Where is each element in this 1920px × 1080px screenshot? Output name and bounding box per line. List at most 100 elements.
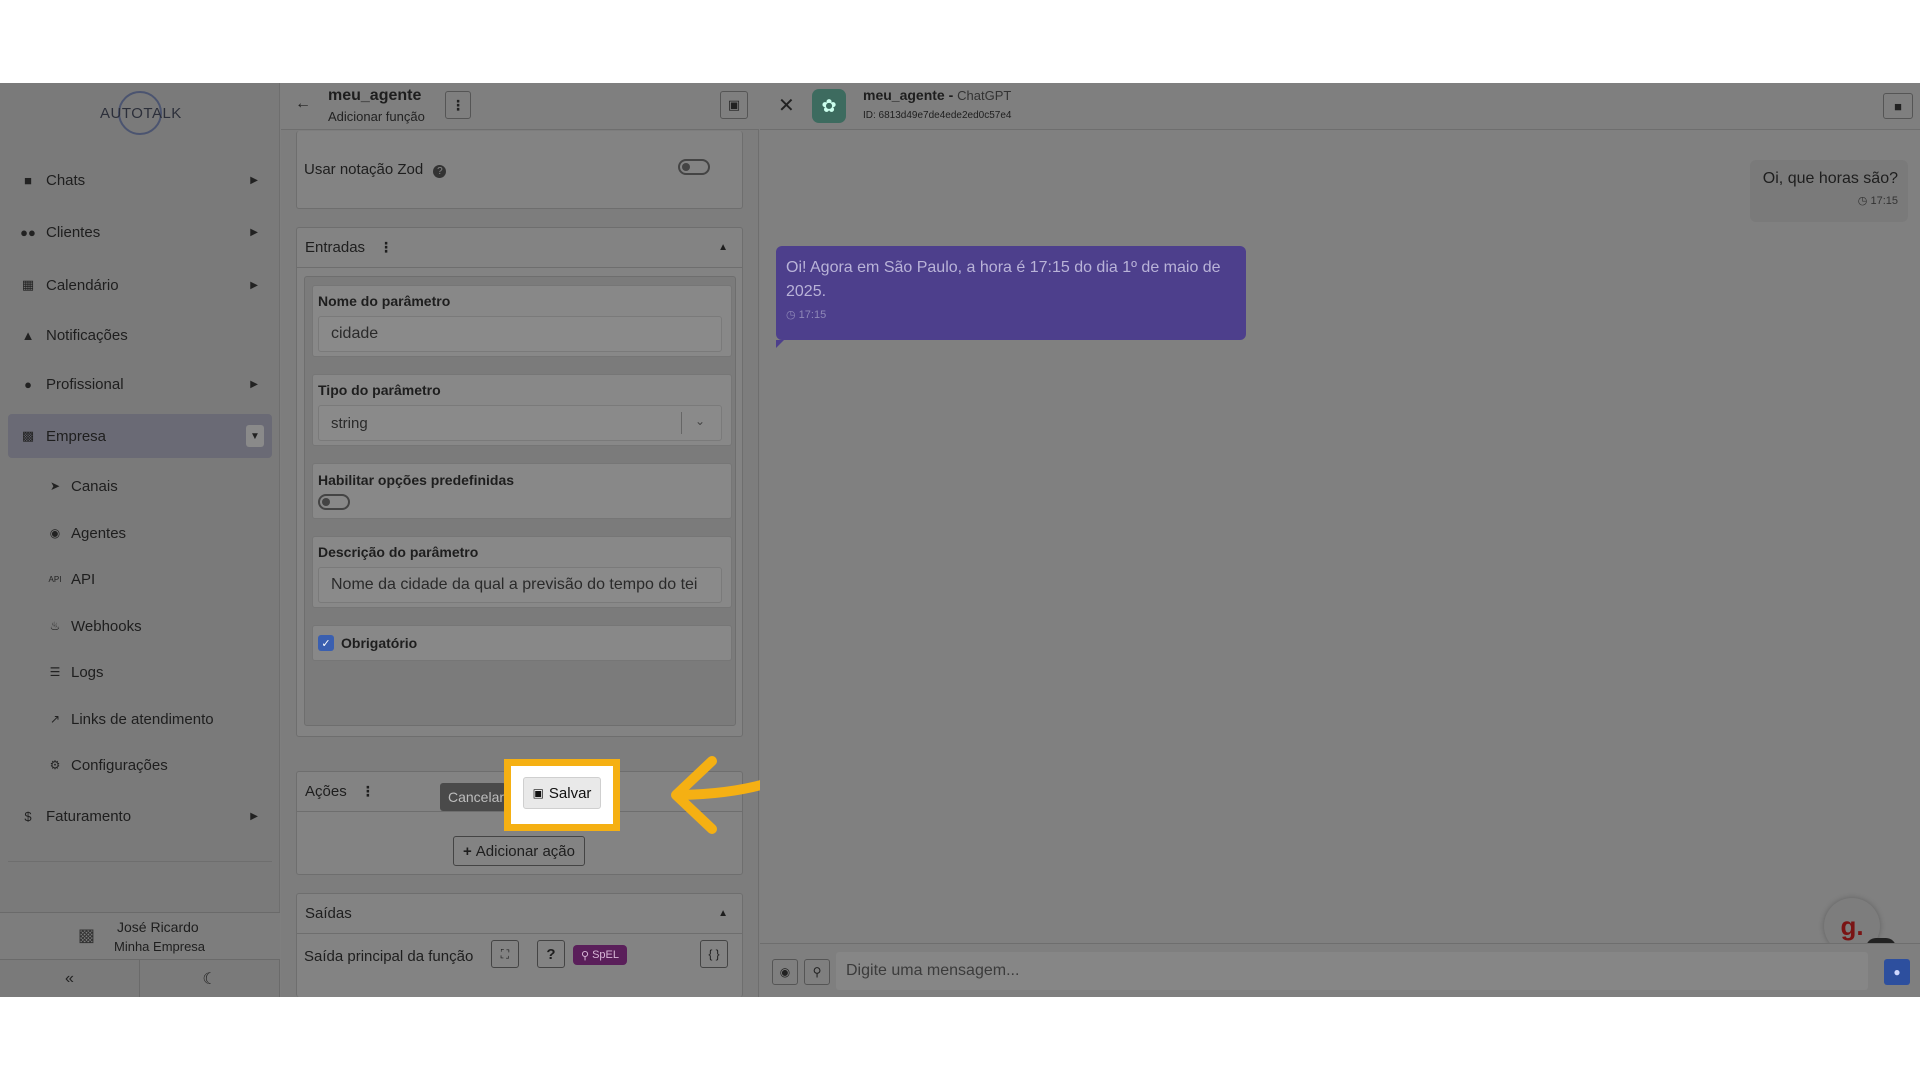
message-input[interactable]: Digite uma mensagem... [836,952,1868,990]
sidebar-subitem-api[interactable]: API API [47,564,96,594]
sidebar-item-clientes[interactable]: ●● Clientes ▶ [8,210,272,254]
save-label: Salvar [548,784,592,802]
kebab-icon: ⋮ [451,96,465,113]
chevron-right-icon: ▶ [250,174,258,186]
checkbox-checked-icon[interactable]: ✓ [318,635,334,651]
chat-panel: ✕ ✿ meu_agente - ChatGPT ID: 6813d49e7de… [760,83,1920,997]
widget-letter: g. [1840,910,1864,941]
add-action-button[interactable]: + Adicionar ação [453,836,585,866]
close-icon[interactable]: ✕ [778,93,795,118]
microphone-icon: ● [1893,965,1901,979]
entradas-card: Entradas ⋮ ▲ Nome do parâmetro cidade Ti… [296,227,743,737]
external-link-icon: ↗ [49,712,61,726]
save-button[interactable]: ▣ Salvar [523,777,601,809]
sidebar-item-faturamento[interactable]: $ Faturamento ▶ [8,794,272,838]
message-time-text: 17:15 [798,309,827,321]
spel-badge[interactable]: ⚲ SpEL [573,945,627,965]
collapse-sidebar-button[interactable]: « [0,960,140,997]
sidebar-item-empresa[interactable]: ▩ Empresa ▼ [8,414,272,458]
agent-model: ChatGPT [957,88,1012,103]
trash-icon: ■ [1894,98,1902,114]
expand-icon: ⛶ [500,946,510,961]
sidebar-subitem-agentes[interactable]: ◉ Agentes [47,518,126,548]
clock-icon: ◷ [786,309,796,321]
sidebar-subitem-label: Webhooks [71,617,142,635]
expand-button[interactable]: ⛶ [491,940,519,968]
chat-agent-name: meu_agente - ChatGPT [863,87,1012,103]
param-type-select[interactable]: string ⌄ [318,405,722,441]
required-checkbox-row[interactable]: ✓ Obrigatório [318,635,417,651]
zod-card: Usar notação Zod ? [296,131,743,209]
sidebar-item-label: Chats [46,171,86,189]
sidebar-item-chats[interactable]: ■ Chats ▶ [8,158,272,202]
entradas-header[interactable]: Entradas ⋮ ▲ [297,228,742,268]
logo[interactable]: AUTOTALK [100,89,181,139]
dark-mode-button[interactable]: ☾ [140,960,280,997]
camera-button[interactable]: ◉ [772,959,798,985]
predef-group: Habilitar opções predefinidas [312,463,732,519]
param-desc-group: Descrição do parâmetro Nome da cidade da… [312,536,732,608]
param-desc-input[interactable]: Nome da cidade da qual a previsão do tem… [318,567,722,603]
user-company: Minha Empresa [114,939,206,954]
bell-icon: ▲ [21,327,35,343]
sidebar-divider [8,861,272,862]
sidebar-item-calendario[interactable]: ▦ Calendário ▶ [8,263,272,307]
kebab-icon[interactable]: ⋮ [361,783,375,800]
sidebar-subitem-webhooks[interactable]: ♨ Webhooks [47,611,142,641]
param-name-group: Nome do parâmetro cidade [312,285,732,357]
zod-toggle[interactable] [678,159,710,175]
help-button[interactable]: ? [537,940,565,968]
moon-icon: ☾ [202,970,217,988]
message-text: Oi! Agora em São Paulo, a hora é 17:15 d… [786,259,1221,300]
help-icon[interactable]: ? [433,165,447,178]
kebab-icon[interactable]: ⋮ [379,239,393,256]
saidas-card: Saídas ▲ Saída principal da função ⛶ ? ⚲… [296,893,743,997]
back-arrow-icon[interactable]: ← [295,95,311,113]
save-icon-button[interactable]: ▣ [720,91,748,119]
sidebar-item-label: Profissional [46,375,124,393]
spel-label: SpEL [592,949,619,961]
message-outgoing: Oi, que horas são? ◷ 17:15 [1750,160,1908,222]
cancel-button[interactable]: Cancelar [440,783,506,811]
sidebar-subitem-logs[interactable]: ☰ Logs [47,657,104,687]
saidas-title: Saídas [305,905,352,922]
predef-toggle[interactable] [318,494,350,510]
zod-label-text: Usar notação Zod [304,161,424,178]
magnifier-icon: ⚲ [581,949,590,962]
sidebar-subitem-label: Configurações [71,756,168,774]
avatar: ▩ [78,925,96,945]
code-button[interactable]: { } [700,940,728,968]
rocket-icon: ➤ [49,479,61,493]
sidebar-subitem-label: Agentes [71,524,127,542]
add-action-label: Adicionar ação [475,842,575,860]
floppy-disk-icon: ▣ [727,97,741,112]
main-output-label: Saída principal da função [304,948,474,965]
chevron-up-icon[interactable]: ▲ [718,908,728,919]
sidebar-item-notificacoes[interactable]: ▲ Notificações [8,313,272,357]
saidas-header[interactable]: Saídas ▲ [297,894,742,934]
sidebar-subitem-canais[interactable]: ➤ Canais [47,471,118,501]
sidebar-subitem-label: Canais [71,477,118,495]
openai-icon: ✿ [821,95,837,116]
app-screen: AUTOTALK ■ Chats ▶ ●● Clientes ▶ ▦ Calen… [0,83,1920,997]
message-time: ◷ 17:15 [786,308,1236,321]
microphone-button[interactable]: ● [1884,959,1910,985]
delete-chat-button[interactable]: ■ [1883,93,1913,119]
required-group: ✓ Obrigatório [312,625,732,661]
sidebar-subitem-configuracoes[interactable]: ⚙ Configurações [47,750,168,780]
sidebar-subitem-links[interactable]: ↗ Links de atendimento [47,704,214,734]
param-type-value: string [331,414,368,432]
more-options-button[interactable]: ⋮ [445,91,471,119]
chevron-down-icon[interactable]: ⌄ [695,414,705,428]
chevron-up-icon[interactable]: ▲ [718,242,728,253]
sidebar-item-label: Clientes [46,223,101,241]
chat-composer: ◉ ⚲ Digite uma mensagem... ● [760,943,1920,997]
param-name-input[interactable]: cidade [318,316,722,352]
sidebar-subitem-label: API [71,570,96,588]
chevron-down-icon[interactable]: ▼ [246,425,264,447]
sidebar-item-profissional[interactable]: ● Profissional ▶ [8,362,272,406]
attach-button[interactable]: ⚲ [804,959,830,985]
camera-icon: ◉ [779,965,791,979]
user-profile[interactable]: ▩ José Ricardo Minha Empresa [0,912,280,960]
required-label: Obrigatório [341,635,418,651]
